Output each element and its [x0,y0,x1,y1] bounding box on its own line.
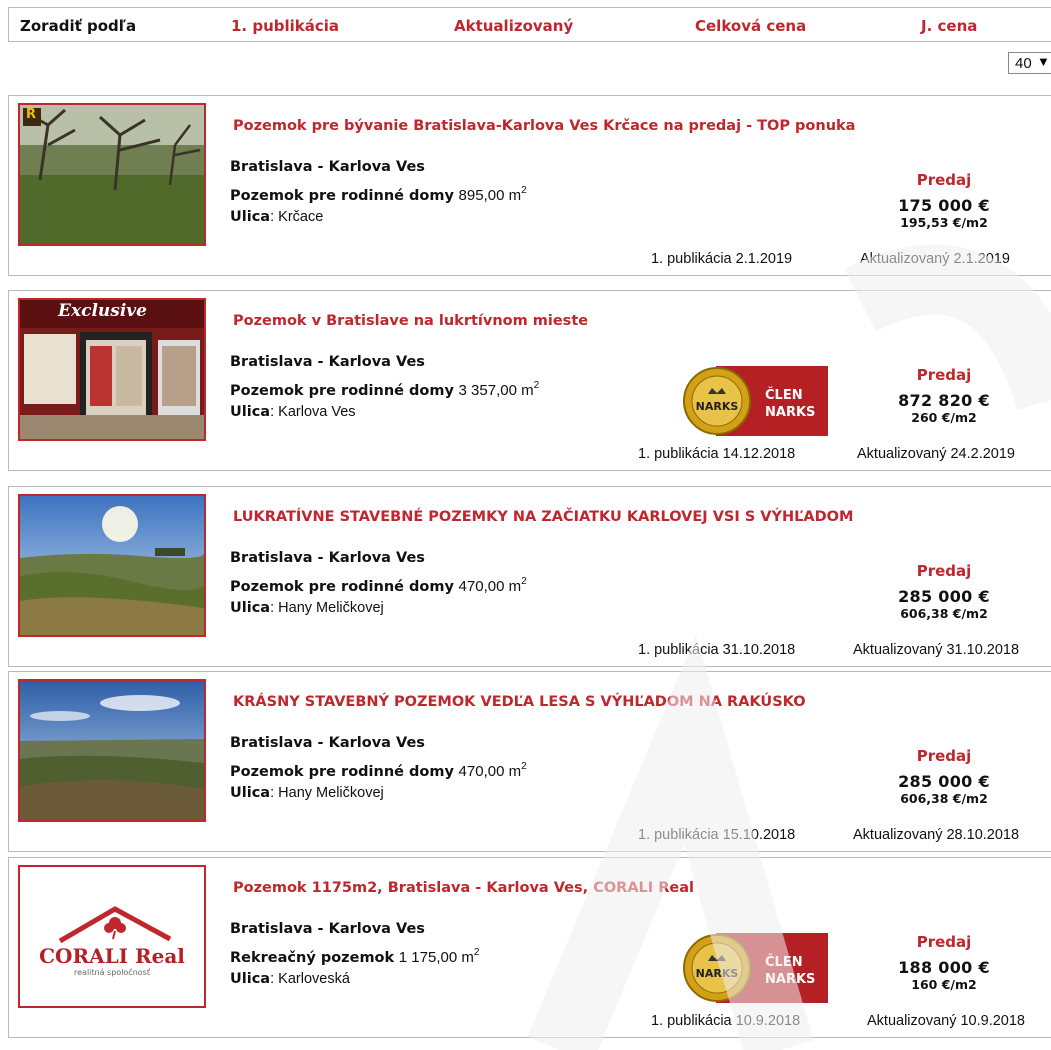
listing-type: Pozemok pre rodinné domy 470,00 m2 [230,761,527,780]
listing-street: Ulica: Krčace [230,209,324,225]
narks-logo-icon: NARKS ČLEN NARKS [683,366,828,436]
published-date: 1. publikácia 10.9.2018 [651,1013,801,1029]
listing-title[interactable]: LUKRATÍVNE STAVEBNÉ POZEMKY NA ZAČIATKU … [233,509,853,525]
published-date: 1. publikácia 14.12.2018 [638,446,796,462]
listing-price-block: Predaj 175 000 € 195,53 €/m2 [849,171,1039,230]
sort-by-updated[interactable]: Aktualizovaný [454,17,573,35]
svg-text:NARKS: NARKS [696,400,739,413]
listing-card: R Pozemok pre bývanie Bratislava-Karlova… [8,95,1051,276]
published-date: 1. publikácia 2.1.2019 [651,251,793,267]
listing-location: Bratislava - Karlova Ves [230,921,425,937]
narks-member-badge[interactable]: NARKS ČLEN NARKS [681,366,828,436]
listing-title[interactable]: Pozemok v Bratislave na lukrtívnom miest… [233,313,588,329]
svg-text:NARKS: NARKS [765,972,815,987]
total-price: 285 000 € [898,772,990,791]
listing-card: KRÁSNY STAVEBNÝ POZEMOK VEDĽA LESA S VÝH… [8,671,1051,852]
listing-card: LUKRATÍVNE STAVEBNÉ POZEMKY NA ZAČIATKU … [8,486,1051,667]
listing-location: Bratislava - Karlova Ves [230,159,425,175]
deal-type: Predaj [916,366,972,384]
published-date: 1. publikácia 15.10.2018 [638,827,796,843]
listing-card: CORALI Real realitná spoločnosť Pozemok … [8,857,1051,1038]
listing-title[interactable]: Pozemok pre bývanie Bratislava-Karlova V… [233,118,855,134]
listing-photo[interactable] [18,494,206,637]
listing-photo[interactable]: CORALI Real realitná spoločnosť [18,865,206,1008]
sort-by-unit-price[interactable]: J. cena [921,17,977,35]
unit-price: 160 €/m2 [911,977,977,992]
per-page-value: 40 [1015,55,1032,72]
sort-by-total-price[interactable]: Celková cena [695,17,806,35]
listing-photo[interactable]: Exclusive [18,298,206,441]
updated-date: Aktualizovaný 2.1.2019 [860,251,1010,267]
listing-photo[interactable] [18,679,206,822]
listing-badge: R [26,107,37,122]
total-price: 285 000 € [898,587,990,606]
listing-type: Rekreačný pozemok 1 175,00 m2 [230,947,480,966]
dropdown-arrow-icon: ▼ [1037,54,1050,69]
listing-price-block: Predaj 285 000 € 606,38 €/m2 [849,562,1039,621]
listing-card: Exclusive Pozemok v Bratislave na lukrtí… [8,290,1051,471]
unit-price: 260 €/m2 [911,410,977,425]
sort-bar: Zoradiť podľa 1. publikácia Aktualizovan… [8,7,1051,42]
svg-text:CORALI Real: CORALI Real [39,944,185,968]
orchard-photo-icon [20,105,204,244]
unit-price: 606,38 €/m2 [900,791,988,806]
svg-text:NARKS: NARKS [765,405,815,420]
listing-photo[interactable]: R [18,103,206,246]
forest-view-photo-icon [20,681,204,820]
svg-text:realitná spoločnosť: realitná spoločnosť [74,967,150,977]
listing-street: Ulica: Karlova Ves [230,404,356,420]
sort-by-published[interactable]: 1. publikácia [231,17,339,35]
listing-type: Pozemok pre rodinné domy 470,00 m2 [230,576,527,595]
listing-badge: Exclusive [58,301,147,321]
unit-price: 606,38 €/m2 [900,606,988,621]
total-price: 188 000 € [898,958,990,977]
listing-street: Ulica: Karloveská [230,971,350,987]
listing-type: Pozemok pre rodinné domy 3 357,00 m2 [230,380,540,399]
corali-real-logo-icon: CORALI Real realitná spoločnosť [20,867,204,1006]
updated-date: Aktualizovaný 10.9.2018 [867,1013,1025,1029]
listing-location: Bratislava - Karlova Ves [230,354,425,370]
updated-date: Aktualizovaný 28.10.2018 [853,827,1020,843]
updated-date: Aktualizovaný 31.10.2018 [853,642,1020,658]
svg-text:ČLEN: ČLEN [765,954,803,970]
unit-price: 195,53 €/m2 [900,215,988,230]
updated-date: Aktualizovaný 24.2.2019 [857,446,1015,462]
listing-street: Ulica: Hany Meličkovej [230,785,384,801]
listing-price-block: Predaj 188 000 € 160 €/m2 [849,933,1039,992]
deal-type: Predaj [916,562,972,580]
listing-price-block: Predaj 285 000 € 606,38 €/m2 [849,747,1039,806]
narks-member-badge[interactable]: NARKS ČLEN NARKS [681,933,828,1003]
listing-title[interactable]: KRÁSNY STAVEBNÝ POZEMOK VEDĽA LESA S VÝH… [233,694,806,710]
per-page-select[interactable]: 40 ▼ [1008,52,1051,74]
meadow-photo-icon [20,496,204,635]
deal-type: Predaj [916,747,972,765]
listing-price-block: Predaj 872 820 € 260 €/m2 [849,366,1039,425]
published-date: 1. publikácia 31.10.2018 [638,642,796,658]
total-price: 175 000 € [898,196,990,215]
narks-logo-icon: NARKS ČLEN NARKS [683,933,828,1003]
listing-title[interactable]: Pozemok 1175m2, Bratislava - Karlova Ves… [233,880,694,896]
listing-location: Bratislava - Karlova Ves [230,550,425,566]
svg-text:NARKS: NARKS [696,967,739,980]
total-price: 872 820 € [898,391,990,410]
listing-location: Bratislava - Karlova Ves [230,735,425,751]
svg-text:ČLEN: ČLEN [765,387,803,403]
deal-type: Predaj [916,171,972,189]
deal-type: Predaj [916,933,972,951]
listing-type: Pozemok pre rodinné domy 895,00 m2 [230,185,527,204]
sort-label: Zoradiť podľa [20,17,137,35]
listing-street: Ulica: Hany Meličkovej [230,600,384,616]
